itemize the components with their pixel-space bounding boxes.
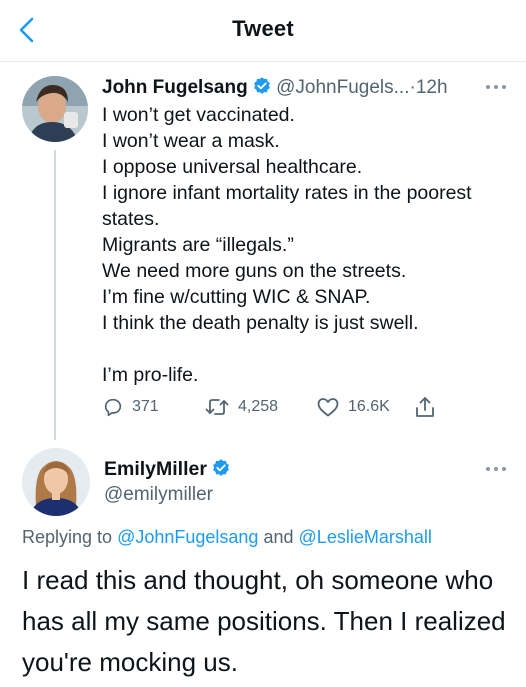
tweet-line: I won’t wear a mask. [102, 130, 280, 152]
tweet-line: Migrants are “illegals.” [102, 234, 294, 256]
author-name-2: EmilyMiller [104, 458, 231, 484]
more-icon [486, 467, 506, 471]
mention-link[interactable]: @LeslieMarshall [299, 527, 432, 547]
retweet-count: 4,258 [238, 398, 279, 415]
reply-button[interactable]: 371 [102, 394, 159, 420]
author-name[interactable]: EmilyMiller [104, 458, 207, 480]
reply-count: 371 [132, 398, 159, 415]
like-icon [317, 398, 339, 417]
tweet-closing: I’m pro-life. [102, 364, 199, 386]
author-handle[interactable]: @JohnFugels... [276, 77, 409, 98]
more-button[interactable] [482, 80, 510, 94]
tweet-line: I think the death penalty is just swell. [102, 312, 419, 334]
reply-text: I read this and thought, oh someone who … [22, 565, 506, 677]
avatar[interactable] [22, 76, 88, 142]
replying-prefix: Replying to [22, 527, 113, 547]
author-name[interactable]: John Fugelsang [102, 77, 248, 98]
tweet-line: We need more guns on the streets. [102, 260, 407, 282]
tweet-line: I won’t get vaccinated. [102, 104, 295, 126]
top-bar: Tweet [0, 0, 526, 62]
author-handle[interactable]: @emilymiller [104, 484, 213, 506]
more-icon [486, 85, 506, 89]
reply-icon [104, 398, 122, 417]
like-button[interactable]: 16.6K [316, 394, 390, 420]
tweet-line: I’m fine w/cutting WIC & SNAP. [102, 286, 371, 308]
tweet-line: I ignore infant mortality rates in the p… [102, 182, 472, 230]
page-title: Tweet [232, 16, 294, 41]
retweet-button[interactable]: 4,258 [204, 394, 278, 420]
replying-to: Replying to @JohnFugelsang and @LeslieMa… [22, 527, 432, 548]
timestamp[interactable]: 12h [416, 77, 448, 98]
thread-line [54, 150, 56, 440]
tweet-text: I won’t get vaccinated. I won’t wear a m… [102, 102, 512, 388]
tweet-line: I oppose universal healthcare. [102, 156, 363, 178]
verified-badge-icon [211, 458, 231, 484]
more-button[interactable] [482, 462, 510, 476]
avatar[interactable] [22, 448, 90, 516]
mention-link[interactable]: @JohnFugelsang [117, 527, 258, 547]
tweet-header: John Fugelsang @JohnFugels...·12h [102, 76, 514, 102]
share-button[interactable] [414, 394, 444, 420]
like-count: 16.6K [348, 398, 390, 415]
action-bar: 371 4,258 16.6K [102, 394, 522, 420]
replying-and: and [263, 527, 294, 547]
share-icon [416, 397, 434, 417]
verified-badge-icon [252, 76, 272, 101]
retweet-icon [205, 399, 229, 415]
